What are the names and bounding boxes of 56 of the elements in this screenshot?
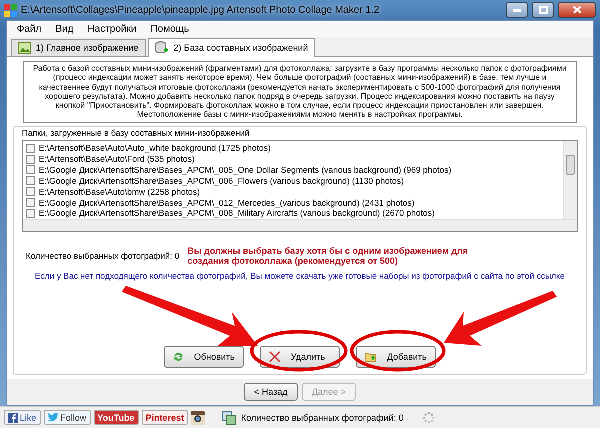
- facebook-icon: [8, 412, 18, 422]
- checkbox[interactable]: [26, 187, 35, 196]
- minimize-icon: [513, 8, 521, 12]
- bird-icon: [48, 413, 59, 422]
- folder-path[interactable]: E:\Google Диск\ArtensoftShare\Bases_APCM\_006_Flowers (various background) (1130 photos): [39, 176, 404, 186]
- folder-path[interactable]: E:\Google Диск\ArtensoftShare\Bases_APCM\_008_Military Aircrafts (various background) (2670 photos): [39, 208, 435, 218]
- window-title: E:\Artensoft\Collages\Pineapple\pineapple.jpg Artensoft Photo Collage Maker 1.2: [21, 4, 381, 16]
- checkbox[interactable]: [26, 176, 35, 186]
- folder-add-icon: [365, 351, 378, 363]
- maximize-button[interactable]: [532, 2, 554, 18]
- checkbox[interactable]: [26, 154, 35, 164]
- app-icon: [4, 4, 17, 16]
- picture-icon: [18, 42, 31, 54]
- menu-item[interactable]: Вид: [56, 24, 74, 34]
- photos-icon: [222, 410, 236, 424]
- selected-count: Количество выбранных фотографий: 0: [26, 250, 180, 261]
- menu-item[interactable]: Настройки: [88, 24, 137, 34]
- facebook-button[interactable]: Like: [4, 410, 41, 425]
- download-link[interactable]: Если у Вас нет подходящего количества фотографий, Вы можете скачать уже готовые наборы из фотографий с сайта по этой ссылке: [35, 270, 565, 282]
- refresh-icon: [173, 350, 184, 364]
- pinterest-button[interactable]: Pinterest: [142, 410, 188, 425]
- horizontal-scrollbar[interactable]: [23, 218, 577, 231]
- folder-path[interactable]: E:\Google Диск\ArtensoftShare\Bases_APCM\_012_Mercedes_(various background) (2431 photos): [39, 198, 415, 208]
- close-icon: [269, 351, 281, 363]
- folder-path[interactable]: E:\Artensoft\Base\Auto\Auto_white background (1725 photos): [39, 143, 272, 154]
- vertical-scrollbar[interactable]: [563, 140, 577, 219]
- tab-label: 2) База составных изображений: [174, 43, 308, 53]
- close-icon: [572, 6, 582, 14]
- close-button[interactable]: [558, 2, 596, 18]
- checkbox[interactable]: [26, 198, 35, 207]
- youtube-button[interactable]: YouTube: [94, 410, 139, 425]
- maximize-icon: [538, 6, 548, 14]
- spinner-icon: [422, 412, 435, 424]
- checkbox[interactable]: [26, 165, 35, 174]
- folder-path[interactable]: E:\Artensoft\Base\Auto\Ford (535 photos): [39, 154, 195, 164]
- tab-label: 1) Главное изображение: [36, 43, 139, 53]
- group-title: Папки, загруженные в базу составных мини-изображений: [22, 128, 251, 138]
- menu-item[interactable]: Файл: [17, 24, 42, 34]
- tab[interactable]: 1) Главное изображение: [11, 39, 146, 56]
- nav-button[interactable]: < Назад: [244, 383, 298, 401]
- database-icon: [154, 41, 169, 55]
- refresh-button[interactable]: Обновить: [164, 346, 244, 368]
- delete-button[interactable]: Удалить: [260, 346, 340, 368]
- warning-text: Вы должны выбрать базу хотя бы с одним изображением для создания фотоколлажа (рекомендуется от 500): [188, 246, 470, 266]
- info-text: Работа с базой составных мини-изображений (фрагментами) для фотоколлажа: загрузите в базу программы несколько папок с фотографиями (процесс индексации может занять некоторое время). Чем больше фотографий (составных мини-изображений) в базе, тем лучше и качественнее будут получаться итоговые фотоколлажи (рекомендуется начать экспериментировать с 500-1000 фотографий для получения хорошего результата). Можно добавить несколько папок подряд в очередь загрузки. Процесс индексирования можно поставить на паузу кнопкой "Приостановить". Формировать фотоколлаж можно в том случае, если процесс индексации приостановлен или завершен. Местоположение базы с мини-изображениями можно менять в настройках программы.: [23, 61, 577, 123]
- folder-path[interactable]: E:\Artensoft\Base\Auto\bmw (2258 photos): [39, 186, 200, 197]
- twitter-button[interactable]: Follow: [44, 410, 91, 425]
- tab[interactable]: 2) База составных изображений: [148, 38, 316, 57]
- camera-icon[interactable]: [191, 410, 206, 424]
- folder-path[interactable]: E:\Google Диск\ArtensoftShare\Bases_APCM\_005_One Dollar Segments (various background) (969 photos): [39, 164, 452, 175]
- status-count: Количество выбранных фотографий: 0: [241, 412, 404, 422]
- checkbox[interactable]: [26, 208, 35, 218]
- minimize-button[interactable]: [506, 2, 528, 18]
- menu-item[interactable]: Помощь: [150, 24, 190, 34]
- add-button[interactable]: Добавить: [356, 346, 436, 368]
- checkbox[interactable]: [26, 144, 35, 153]
